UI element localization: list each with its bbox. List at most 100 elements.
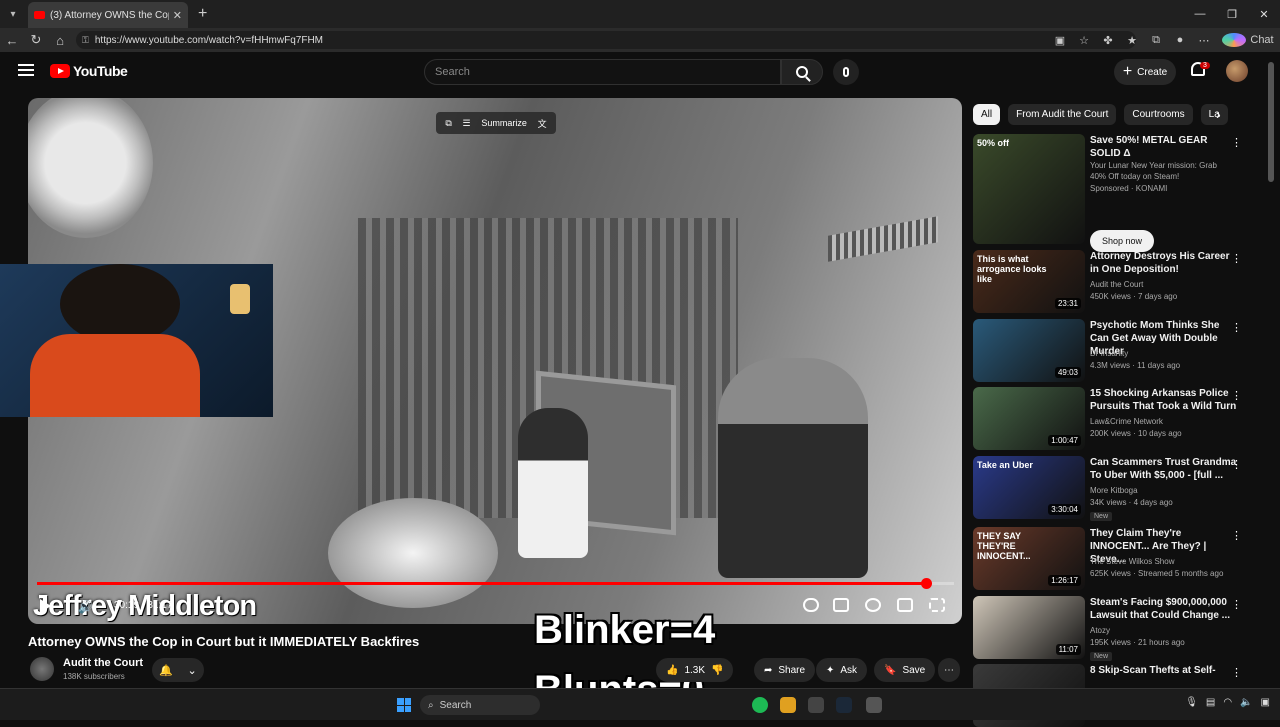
wifi-icon[interactable]: ◠ [1223,697,1232,708]
recommendation-channel[interactable]: The Steve Wilkos Show [1090,556,1230,567]
progress-fill [37,582,926,585]
save-button[interactable]: 🔖 Save [874,658,936,682]
pip-icon[interactable]: ⧉ [445,118,451,129]
video-thumbnail[interactable]: 1:00:47 [973,387,1085,450]
taskbar-search-label: Search [439,699,472,711]
tab-actions-menu[interactable]: ▾ [0,1,26,27]
recommendation-channel[interactable]: Law&Crime Network [1090,416,1230,427]
share-button[interactable]: ➦ Share [754,658,816,682]
video-thumbnail[interactable]: 49:03 [973,319,1085,382]
ask-button[interactable]: ✦ Ask [816,658,868,682]
more-options-icon[interactable]: ⋮ [1231,529,1242,542]
youtube-logo[interactable]: YouTube [50,63,128,79]
app-m-icon[interactable] [866,697,882,713]
summarize-label[interactable]: Summarize [481,118,527,128]
more-menu-icon[interactable]: ⋯ [1192,34,1216,47]
windows-start-icon[interactable] [397,698,411,712]
recommendation-title[interactable]: 15 Shocking Arkansas Police Pursuits Tha… [1090,387,1240,413]
app-r-icon[interactable] [780,697,796,713]
recommendation-channel[interactable]: Audit the Court [1090,279,1230,290]
recommendation-title[interactable]: 8 Skip-Scan Thefts at Self- [1090,664,1240,677]
volume-icon[interactable]: 🔊 [78,600,93,614]
minimize-button[interactable]: — [1184,0,1216,28]
browser-tab[interactable]: (3) Attorney OWNS the Cop in Co... ✕ [28,2,188,28]
video-progress-bar[interactable] [37,578,954,589]
profile-icon[interactable]: ● [1168,34,1192,46]
app-available-icon[interactable]: ▣ [1048,34,1072,47]
more-options-icon[interactable]: ⋮ [1231,136,1242,149]
create-button[interactable]: + Create [1114,59,1176,85]
scrollbar-thumb[interactable] [1268,62,1274,182]
video-thumbnail[interactable]: This is what arrogance looks like 23:31 [973,250,1085,313]
recommendation-title[interactable]: Attorney Destroys His Career in One Depo… [1090,250,1240,276]
youtube-wordmark: YouTube [73,63,128,79]
recommendation-channel[interactable]: Atozy [1090,625,1230,636]
video-thumbnail[interactable]: 11:07 [973,596,1085,659]
settings-gear-icon[interactable] [865,598,881,612]
guide-menu-icon[interactable] [18,64,34,76]
network-icon[interactable]: ▤ [1206,697,1215,708]
close-window-button[interactable]: ✕ [1248,0,1280,28]
chevron-right-icon[interactable]: › [1216,106,1221,122]
collections-icon[interactable]: ⧉ [1144,34,1168,47]
maximize-button[interactable]: ❐ [1216,0,1248,28]
favorites-icon[interactable]: ★ [1120,34,1144,47]
shop-now-button[interactable]: Shop now [1090,230,1154,252]
refresh-icon[interactable]: ↻ [24,28,48,52]
summarize-toolbar[interactable]: ⧉ ☰ Summarize 文 [436,112,556,134]
more-actions-button[interactable]: ⋯ [938,658,960,682]
chip-courtrooms[interactable]: Courtrooms [1124,104,1193,125]
more-options-icon[interactable]: ⋮ [1231,321,1242,334]
back-icon[interactable]: ← [0,28,24,52]
play-icon[interactable] [40,599,51,613]
notification-tray-icon[interactable]: ▣ [1261,697,1270,708]
like-dislike-button[interactable]: 👍 1.3K 👎 [656,658,734,682]
recommendation-title[interactable]: Steam's Facing $900,000,000 Lawsuit that… [1090,596,1240,622]
extensions-icon[interactable]: ✤ [1096,34,1120,47]
page-scrollbar[interactable] [1268,60,1274,680]
more-options-icon[interactable]: ⋮ [1231,389,1242,402]
close-tab-icon[interactable]: ✕ [173,9,182,22]
translate-icon[interactable]: 文 [538,117,547,130]
site-info-icon[interactable]: ⚿ [82,35,89,46]
scrubber-handle[interactable] [920,578,932,589]
chip-more[interactable]: La [1200,104,1228,125]
thumbs-down-icon[interactable]: 👎 [711,665,723,676]
voice-search-button[interactable] [833,59,859,85]
more-options-icon[interactable]: ⋮ [1231,252,1242,265]
channel-name[interactable]: Audit the Court [63,657,143,669]
more-options-icon[interactable]: ⋮ [1231,458,1242,471]
miniplayer-icon[interactable] [897,598,913,612]
recommendation-channel[interactable]: Dr Insanity [1090,348,1230,359]
chip-all[interactable]: All [973,104,1001,125]
video-thumbnail[interactable]: Take an Uber 3:30:04 [973,456,1085,519]
fullscreen-icon[interactable] [929,598,945,612]
recommendation-title[interactable]: Save 50%! METAL GEAR SOLID Δ [1090,134,1240,160]
search-button[interactable] [781,59,823,85]
autoplay-toggle-icon[interactable] [803,598,819,612]
new-tab-button[interactable]: + [198,5,207,23]
recommendation-channel[interactable]: More Kitboga [1090,485,1230,496]
speaker-icon[interactable]: 🔈 [1240,697,1252,708]
video-thumbnail[interactable]: 50% off [973,134,1085,244]
favorite-star-icon[interactable]: ☆ [1072,34,1096,47]
home-icon[interactable]: ⌂ [48,28,72,52]
search-input[interactable]: Search [424,59,781,85]
copilot-chat-button[interactable]: Chat [1216,33,1280,47]
mic-tray-icon[interactable]: 🎙 [1185,697,1198,708]
channel-avatar[interactable] [30,657,54,681]
more-options-icon[interactable]: ⋮ [1231,666,1242,679]
recommendation-channel[interactable]: Your Lunar New Year mission: Grab 40% Of… [1090,160,1230,182]
epic-games-icon[interactable] [808,697,824,713]
video-thumbnail[interactable]: THEY SAY THEY'RE INNOCENT... 1:26:17 [973,527,1085,590]
more-options-icon[interactable]: ⋮ [1231,598,1242,611]
captions-icon[interactable] [833,598,849,612]
chip-from-channel[interactable]: From Audit the Court [1008,104,1117,125]
subscribed-button[interactable]: 🔔 ⌄ [152,658,204,682]
spotify-icon[interactable] [752,697,768,713]
taskbar-search[interactable]: ⌕ Search [420,695,540,715]
steam-icon[interactable] [836,697,852,713]
recommendation-title[interactable]: Can Scammers Trust Grandma To Uber With … [1090,456,1240,482]
account-avatar[interactable] [1226,60,1248,82]
address-bar[interactable]: ⚿ https://www.youtube.com/watch?v=fHHmwF… [76,31,1136,49]
